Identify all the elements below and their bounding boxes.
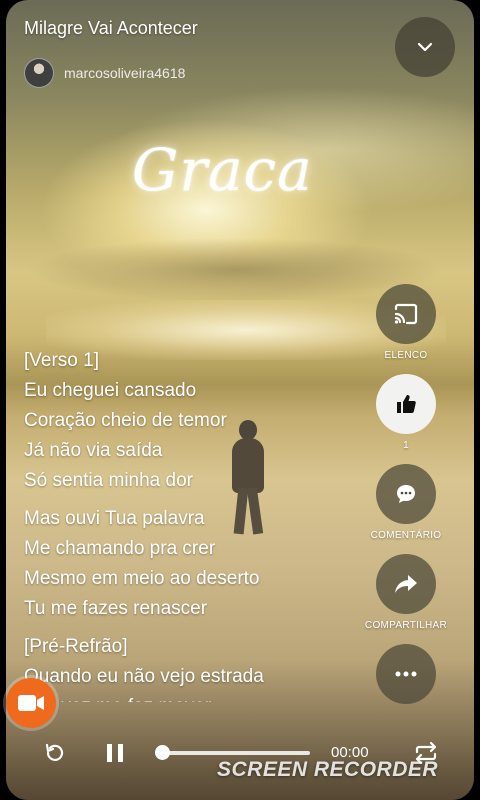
progress-thumb[interactable]	[155, 745, 170, 760]
share-button[interactable]	[376, 554, 436, 614]
more-action[interactable]	[356, 644, 456, 704]
share-action[interactable]: COMPARTILHAR	[356, 554, 456, 631]
lyrics-line: [Pré-Refrão]	[24, 636, 128, 657]
progress-track[interactable]	[162, 751, 310, 755]
lyrics-line: Mas ouvi Tua palavra	[24, 508, 205, 529]
share-icon	[395, 575, 417, 593]
more-button[interactable]	[376, 644, 436, 704]
comment-action[interactable]: COMENTÁRIO	[356, 464, 456, 541]
cast-button[interactable]	[376, 284, 436, 344]
chevron-down-icon	[417, 42, 433, 52]
song-title: Milagre Vai Acontecer	[24, 18, 198, 38]
author-row[interactable]: marcosoliveira4618	[24, 58, 185, 88]
like-button[interactable]	[376, 374, 436, 434]
lyrics-line: Eu cheguei cansado	[24, 380, 197, 401]
collapse-button[interactable]	[395, 17, 455, 77]
thumbs-up-icon	[397, 395, 416, 413]
cast-label: ELENCO	[384, 350, 428, 361]
author-name[interactable]: marcosoliveira4618	[64, 65, 185, 81]
lyrics-line: Só sentia minha dor	[24, 470, 193, 491]
screen-recorder-button[interactable]	[6, 678, 56, 728]
replay-button[interactable]	[42, 740, 68, 766]
cast-action[interactable]: ELENCO	[356, 284, 456, 361]
screen-recorder-watermark: SCREEN RECORDER	[217, 758, 439, 781]
like-count: 1	[403, 440, 409, 451]
lyrics-line: Me chamando pra crer	[24, 538, 216, 559]
lyrics-panel: [Verso 1] Eu cheguei cansado Coração che…	[24, 346, 364, 702]
comment-label: COMENTÁRIO	[370, 530, 442, 541]
comment-button[interactable]	[376, 464, 436, 524]
lyrics-line: [Verso 1]	[24, 350, 99, 371]
comment-icon	[397, 485, 415, 503]
lyrics-line: Tua voz me faz mover	[24, 692, 364, 702]
lyrics-line: Já não via saída	[24, 440, 163, 461]
lyrics-line: Coração cheio de temor	[24, 410, 227, 431]
lyrics-line: Quando eu não vejo estrada	[24, 666, 264, 687]
pause-button[interactable]	[104, 741, 126, 765]
share-label: COMPARTILHAR	[364, 620, 448, 631]
more-icon	[395, 671, 417, 677]
pause-icon	[107, 744, 123, 762]
artwork-title-text: Graca	[132, 136, 313, 204]
lyrics-line: Mesmo em meio ao deserto	[24, 568, 260, 589]
video-camera-icon	[18, 695, 44, 711]
avatar[interactable]	[24, 58, 54, 88]
cast-icon	[394, 303, 418, 325]
replay-icon	[45, 743, 64, 761]
lyrics-line: Tu me fazes renascer	[24, 598, 208, 619]
like-action[interactable]: 1	[356, 374, 456, 451]
